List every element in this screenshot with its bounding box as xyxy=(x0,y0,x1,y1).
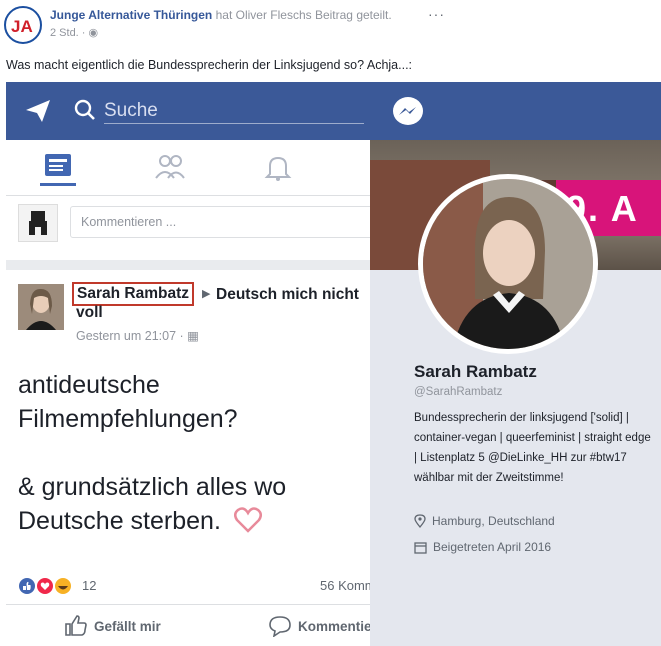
reaction-count[interactable]: 12 xyxy=(82,578,96,593)
more-options-button[interactable]: ··· xyxy=(428,6,445,22)
search-icon xyxy=(74,99,95,120)
post-text-para2-wrap: & grundsätzlich alles wo Deutsche sterbe… xyxy=(18,470,348,538)
page-name-link[interactable]: Junge Alternative Thüringen xyxy=(50,8,212,22)
logo-text: JA xyxy=(11,17,33,36)
messenger-icon[interactable] xyxy=(392,96,424,128)
post-target-group[interactable]: Deutsch mich nicht xyxy=(216,284,386,305)
commenter-avatar xyxy=(18,204,58,242)
post-target-group-cont[interactable]: voll xyxy=(76,304,103,322)
profile-bio: Bundessprecherin der linksjugend ['solid… xyxy=(414,412,651,484)
party-logo-icon: JA xyxy=(7,9,39,41)
like-label: Gefällt mir xyxy=(94,618,161,634)
like-button[interactable]: Gefällt mir xyxy=(64,614,161,638)
tab-notifications[interactable] xyxy=(260,152,296,186)
author-avatar[interactable] xyxy=(18,284,64,330)
tab-news-feed[interactable] xyxy=(40,152,76,186)
share-meta: 2 Std. · ◉ xyxy=(50,26,98,39)
share-caption: Was macht eigentlich die Bundessprecheri… xyxy=(6,58,413,72)
joined-text: Beigetreten April 2016 xyxy=(433,540,552,554)
friends-audience-icon: ▦ xyxy=(187,329,199,343)
news-feed-icon xyxy=(45,154,71,176)
profile-handle[interactable]: @SarahRambatz xyxy=(414,386,502,398)
profile-joined: Beigetreten April 2016 xyxy=(414,540,551,554)
post-timestamp[interactable]: Gestern um 21:07 · xyxy=(76,329,187,343)
post-text-para1: antideutsche Filmempfehlungen? xyxy=(18,371,238,433)
page-logo[interactable]: JA xyxy=(4,6,42,44)
share-time[interactable]: 2 Std. · xyxy=(50,27,89,39)
comment-bubble-icon xyxy=(269,616,291,637)
send-icon[interactable] xyxy=(24,98,52,124)
share-line: Junge Alternative Thüringen hat Oliver F… xyxy=(50,8,392,22)
triangle-right-icon: ▶ xyxy=(202,288,211,300)
profile-location: Hamburg, Deutschland xyxy=(414,514,555,528)
silhouette-icon xyxy=(29,211,47,235)
post-time: Gestern um 21:07 · ▦ xyxy=(76,328,199,343)
location-pin-icon xyxy=(414,514,426,528)
post-text: antideutsche Filmempfehlungen? & grundsä… xyxy=(18,368,348,538)
friends-icon xyxy=(155,155,185,179)
calendar-icon xyxy=(414,541,427,554)
tab-friends[interactable] xyxy=(152,152,188,186)
profile-name: Sarah Rambatz xyxy=(414,362,537,381)
share-action-text: hat Oliver Fleschs Beitrag geteilt. xyxy=(215,8,392,22)
bell-icon xyxy=(264,156,292,181)
search-input[interactable] xyxy=(104,98,364,124)
share-header: JA Junge Alternative Thüringen hat Olive… xyxy=(4,6,654,46)
profile-photo-icon xyxy=(423,179,593,349)
globe-icon: ◉ xyxy=(88,27,99,39)
person-photo-icon xyxy=(18,284,64,330)
location-text: Hamburg, Deutschland xyxy=(432,514,555,528)
mobile-topbar xyxy=(6,82,661,140)
reaction-icons[interactable] xyxy=(18,576,80,596)
profile-picture[interactable] xyxy=(418,174,598,354)
shared-screenshot: Sarah Rambatz ▶ Deutsch mich nicht voll … xyxy=(6,82,661,646)
thumbs-up-icon xyxy=(65,615,87,636)
heart-emoji-icon xyxy=(233,507,262,533)
post-author-name[interactable]: Sarah Rambatz xyxy=(72,282,194,306)
